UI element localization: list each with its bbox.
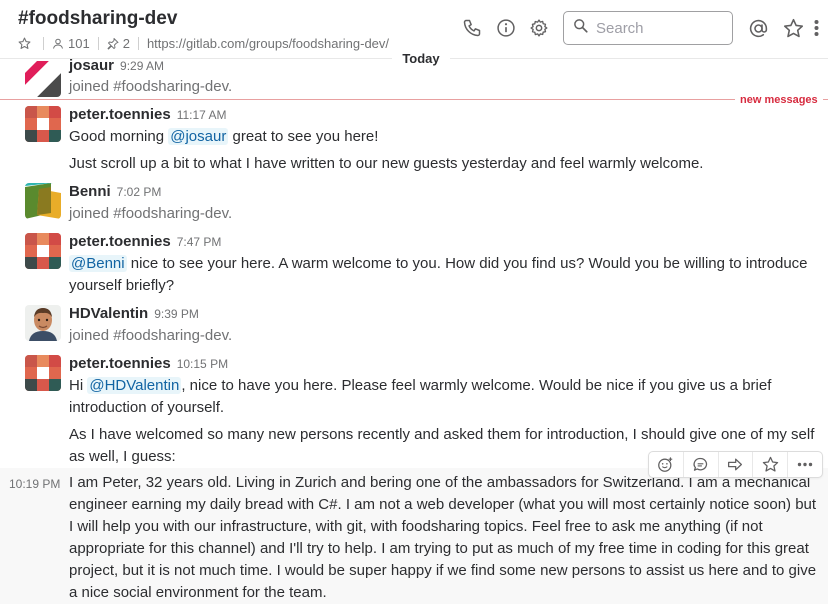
user-mention[interactable]: @josaur [168,128,229,145]
avatar[interactable] [25,106,61,142]
member-count[interactable]: 101 [68,36,90,51]
message-text: joined #foodsharing-dev. [69,327,233,344]
share-arrow-icon [728,458,743,471]
new-messages-badge[interactable]: new messages [735,92,823,108]
avatar[interactable] [25,183,61,219]
star-icon [762,456,779,472]
message-text: Good morning @josaur great to see you he… [69,128,379,145]
star-icon[interactable] [782,17,804,39]
message-timestamp[interactable]: 7:02 PM [117,185,162,199]
message-author[interactable]: peter.toennies 7:47 PM [69,233,221,250]
message-timestamp[interactable]: 10:15 PM [177,357,228,371]
message-author[interactable]: peter.toennies 11:17 AM [69,106,227,123]
share-message-button[interactable] [719,452,754,477]
search-input[interactable] [596,19,726,37]
person-icon [52,37,64,50]
add-reaction-button[interactable] [649,452,684,477]
message-text: Hi @HDValentin, nice to have you here. P… [69,377,772,416]
message-timestamp[interactable]: 10:19 PM [9,477,60,491]
user-mention[interactable]: @Benni [69,255,127,272]
star-message-button[interactable] [753,452,789,477]
message-author[interactable]: josaur 9:29 AM [69,57,164,74]
more-horizontal-icon [797,462,813,467]
user-mention[interactable]: @HDValentin [87,377,182,394]
message-timestamp[interactable]: 7:47 PM [177,235,222,249]
meta-divider [97,36,99,50]
message-timestamp[interactable]: 9:39 PM [154,307,199,321]
more-vertical-icon[interactable] [809,17,823,39]
more-actions-button[interactable] [788,452,822,477]
meta-divider [43,36,44,50]
channel-topic-link[interactable]: https://gitlab.com/groups/foodsharing-de… [147,36,389,51]
message-text: Just scroll up a bit to what I have writ… [69,155,704,172]
day-divider: Today [392,51,450,69]
message-text: @Benni nice to see your here. A warm wel… [69,255,808,294]
message-timestamp[interactable]: 9:29 AM [120,59,164,73]
search-icon [573,18,588,38]
pin-icon [107,37,119,50]
avatar[interactable] [25,61,61,97]
avatar[interactable] [25,305,61,341]
message-author[interactable]: Benni 7:02 PM [69,183,161,200]
channel-title[interactable]: #foodsharing-dev [18,8,177,30]
avatar[interactable] [25,355,61,391]
message-actions-toolbar [648,451,823,478]
start-thread-button[interactable] [684,452,719,477]
info-icon[interactable] [495,17,517,39]
message-text: joined #foodsharing-dev. [69,205,233,222]
avatar[interactable] [25,233,61,269]
at-sign-icon[interactable] [747,17,769,39]
new-messages-line [0,99,828,100]
message-author[interactable]: peter.toennies 10:15 PM [69,355,228,372]
meta-divider [137,36,139,50]
message-text: joined #foodsharing-dev. [69,78,233,95]
search-box[interactable] [563,11,733,45]
message-timestamp[interactable]: 11:17 AM [177,108,227,122]
channel-meta: 101 2 https://gitlab.com/groups/foodshar… [18,35,389,51]
gear-icon[interactable] [528,17,550,39]
phone-icon[interactable] [461,17,483,39]
emoji-icon [658,457,673,472]
message-text: I am Peter, 32 years old. Living in Zuri… [69,474,817,601]
comment-icon [693,457,708,471]
star-icon[interactable] [18,37,31,50]
message-author[interactable]: HDValentin 9:39 PM [69,305,199,322]
pinned-count[interactable]: 2 [123,36,130,51]
